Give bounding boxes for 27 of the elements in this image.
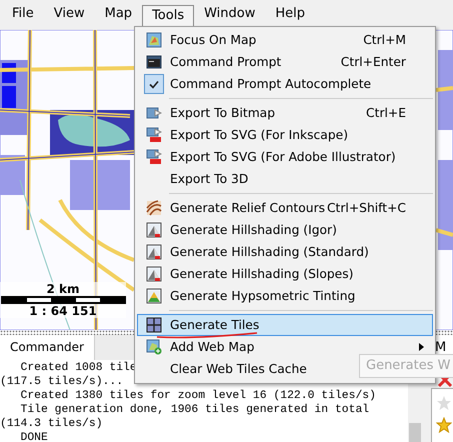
menu-item[interactable]: View [44,3,95,27]
menu-entry[interactable]: Export To SVG (For Adobe Illustrator) [137,146,433,168]
console-line: Created 1380 tiles for zoom level 16 (122.0 tiles/s) [20,389,376,403]
menu-entry[interactable]: Command Prompt Ctrl+Enter [137,51,433,73]
menu-entry[interactable]: Generate Tiles [137,314,433,336]
menu-entry[interactable]: Generate Hillshading (Igor) [137,219,433,241]
console-line: DONE [20,431,48,442]
console-line: (117.5 tiles/s)... [0,375,124,389]
menu-entry[interactable]: Focus On Map Ctrl+M [137,29,433,51]
menu-entry[interactable]: Export To Bitmap Ctrl+E [137,102,433,124]
menu-item[interactable]: Window [194,3,266,27]
menu-entry[interactable]: Command Prompt Autocomplete [137,73,433,95]
menu-entry[interactable]: Export To SVG (For Inkscape) [137,124,433,146]
menu-entry[interactable]: Export To 3D [137,168,433,190]
menu-entry[interactable]: Generate Relief Contours Ctrl+Shift+C [137,197,433,219]
menu-entry[interactable]: Generate Hillshading (Slopes) [137,263,433,285]
console-line: (114.3 tiles/s) [0,417,103,431]
menu-entry[interactable]: Generate Hillshading (Standard) [137,241,433,263]
scale-label: 2 km [46,282,80,296]
menu-item[interactable]: Map [94,3,142,27]
tooltip: Generates W [359,354,453,378]
scale-ratio: 1 : 64 151 [29,304,97,318]
console-line: Tile generation done, 1906 tiles generated in total [20,403,370,417]
menu-item[interactable]: File [2,3,44,27]
menu-item[interactable]: Help [265,3,315,27]
panel-tab[interactable]: Commander [0,335,95,360]
menu-entry[interactable]: Generate Hypsometric Tinting [137,285,433,307]
